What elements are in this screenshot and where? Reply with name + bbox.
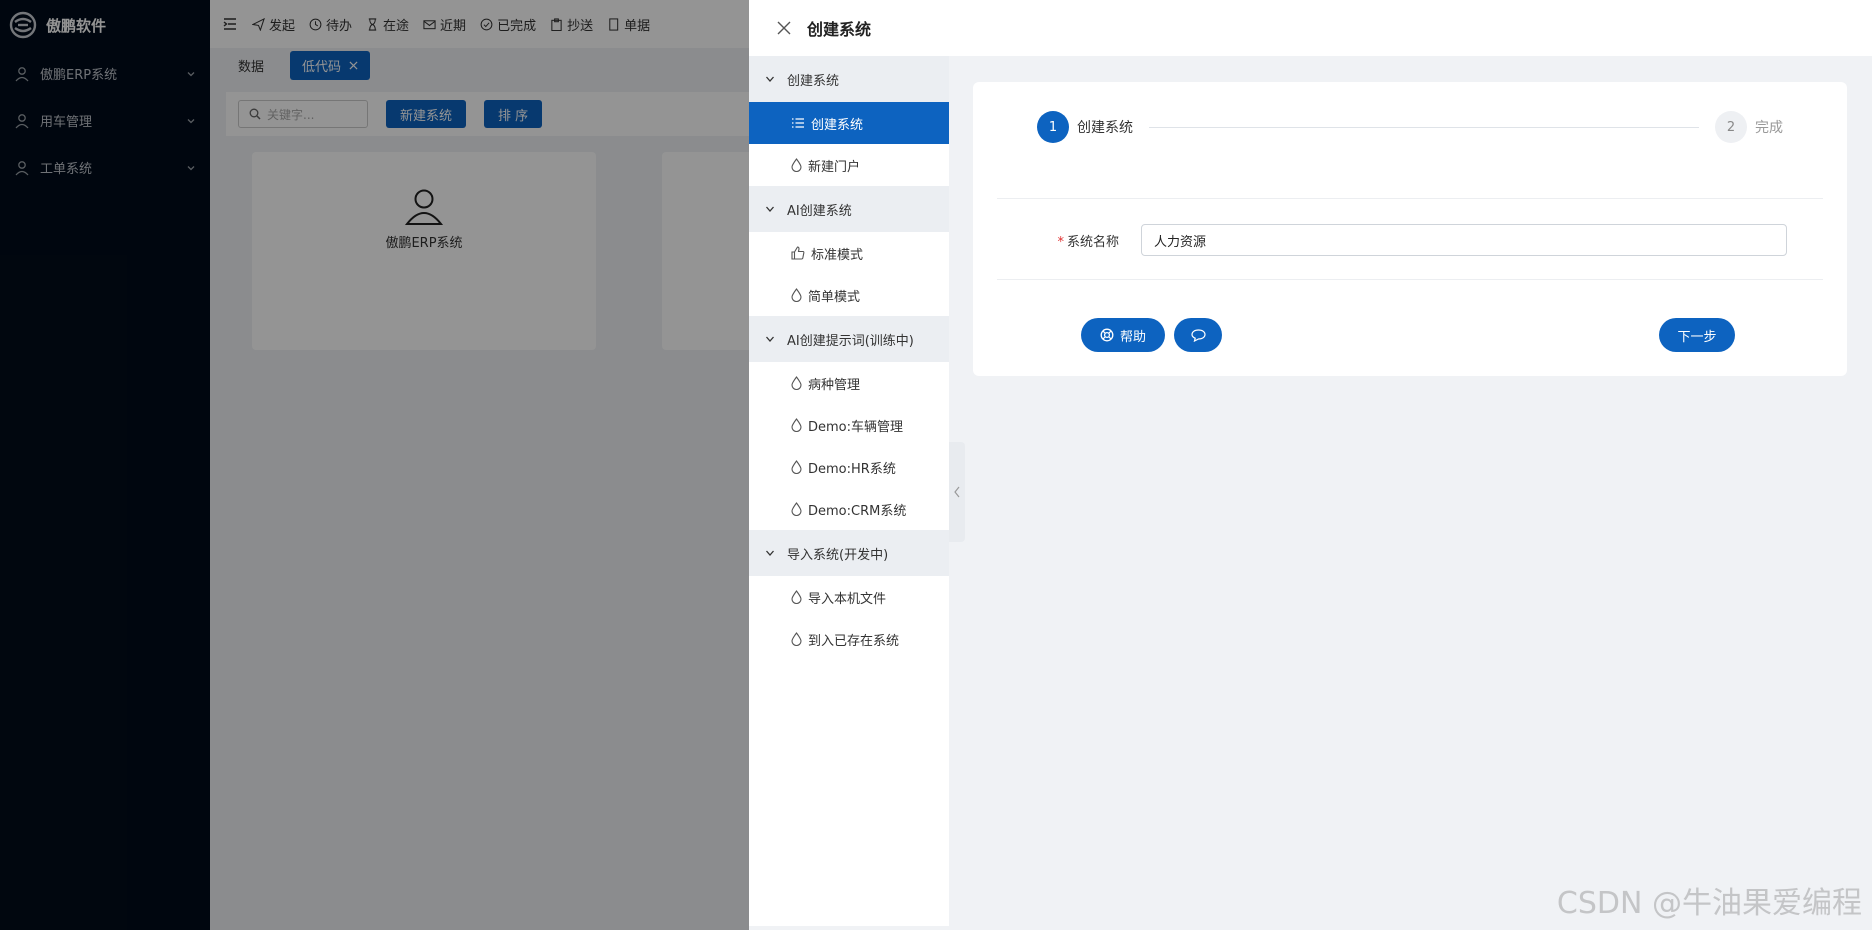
create-system-panel: 1 创建系统 2 完成 *系统名称 帮助 下一步 <box>973 82 1847 376</box>
menu-group-ai-create[interactable]: AI创建系统 <box>749 186 949 232</box>
menu-group-label: AI创建系统 <box>787 203 852 219</box>
create-menu: 创建系统 创建系统 新建门户 AI创建系统 标准模式 简单模式 AI创建提示词(… <box>749 56 949 926</box>
drop-icon <box>791 590 802 604</box>
step-2-number: 2 <box>1715 111 1747 143</box>
collapse-handle[interactable] <box>949 442 965 542</box>
step-1-label: 创建系统 <box>1077 120 1133 136</box>
system-name-label: * 系统名称 <box>1049 231 1119 250</box>
menu-item-demo-vehicle[interactable]: Demo:车辆管理 <box>749 404 949 446</box>
create-system-drawer: 创建系统 创建系统 创建系统 新建门户 AI创建系统 标准模式 简单模式 AI创… <box>749 0 1872 930</box>
menu-group-label: 创建系统 <box>787 73 840 89</box>
chevron-down-icon <box>766 336 774 342</box>
system-name-label-text: 系统名称 <box>1066 234 1119 250</box>
menu-item-label: Demo:车辆管理 <box>808 419 904 435</box>
menu-item-label: 到入已存在系统 <box>808 633 900 649</box>
thumbs-up-icon <box>791 246 805 260</box>
menu-item-demo-crm[interactable]: Demo:CRM系统 <box>749 488 949 530</box>
drawer-body: 创建系统 创建系统 新建门户 AI创建系统 标准模式 简单模式 AI创建提示词(… <box>749 56 1872 930</box>
drop-icon <box>791 418 802 432</box>
drop-icon <box>791 376 802 390</box>
chat-button[interactable] <box>1174 318 1222 352</box>
menu-item-label: 简单模式 <box>808 289 861 305</box>
menu-group-label: 导入系统(开发中) <box>787 547 889 563</box>
menu-group-create[interactable]: 创建系统 <box>749 56 949 102</box>
step-connector <box>1149 126 1699 128</box>
drop-icon <box>791 502 802 516</box>
list-icon <box>792 118 804 128</box>
help-button[interactable]: 帮助 <box>1081 318 1165 352</box>
menu-item-create-system[interactable]: 创建系统 <box>749 102 949 144</box>
help-button-label: 帮助 <box>1119 329 1146 345</box>
step-1-number: 1 <box>1037 111 1069 143</box>
menu-item-label: Demo:HR系统 <box>808 461 896 477</box>
drop-icon <box>791 632 802 646</box>
required-mark: * <box>1057 234 1064 250</box>
drop-icon <box>791 288 802 302</box>
step-2-label: 完成 <box>1755 120 1783 136</box>
menu-item-label: 标准模式 <box>811 247 864 263</box>
menu-group-ai-prompts[interactable]: AI创建提示词(训练中) <box>749 316 949 362</box>
drawer-header: 创建系统 <box>749 0 1872 56</box>
menu-item-import-existing[interactable]: 到入已存在系统 <box>749 618 949 660</box>
next-step-button[interactable]: 下一步 <box>1659 318 1735 352</box>
menu-item-demo-hr[interactable]: Demo:HR系统 <box>749 446 949 488</box>
chat-bubble-icon <box>1190 328 1206 342</box>
drop-icon <box>791 460 802 474</box>
chevron-down-icon <box>766 76 774 82</box>
system-name-input[interactable] <box>1141 224 1787 256</box>
menu-item-label: Demo:CRM系统 <box>808 503 907 519</box>
menu-item-new-portal[interactable]: 新建门户 <box>749 144 949 186</box>
divider <box>997 198 1823 199</box>
drop-icon <box>791 158 802 172</box>
drawer-title: 创建系统 <box>807 20 872 39</box>
menu-item-label: 病种管理 <box>808 377 861 393</box>
watermark: CSDN @牛油果爱编程 <box>1556 886 1862 921</box>
menu-item-import-local[interactable]: 导入本机文件 <box>749 576 949 618</box>
menu-item-disease-mgmt[interactable]: 病种管理 <box>749 362 949 404</box>
steps: 1 创建系统 2 完成 <box>1037 110 1783 144</box>
menu-item-label: 导入本机文件 <box>808 591 887 607</box>
menu-group-label: AI创建提示词(训练中) <box>787 333 914 349</box>
chevron-down-icon <box>766 550 774 556</box>
menu-item-simple-mode[interactable]: 简单模式 <box>749 274 949 316</box>
close-icon[interactable] <box>777 21 791 35</box>
menu-item-standard-mode[interactable]: 标准模式 <box>749 232 949 274</box>
form-row-system-name: * 系统名称 <box>1049 224 1787 256</box>
lifebuoy-icon <box>1100 328 1114 342</box>
chevron-down-icon <box>766 206 774 212</box>
menu-item-label: 创建系统 <box>811 117 864 133</box>
divider <box>997 279 1823 280</box>
chevron-left-icon <box>954 486 960 498</box>
menu-group-import[interactable]: 导入系统(开发中) <box>749 530 949 576</box>
menu-item-label: 新建门户 <box>808 159 861 175</box>
